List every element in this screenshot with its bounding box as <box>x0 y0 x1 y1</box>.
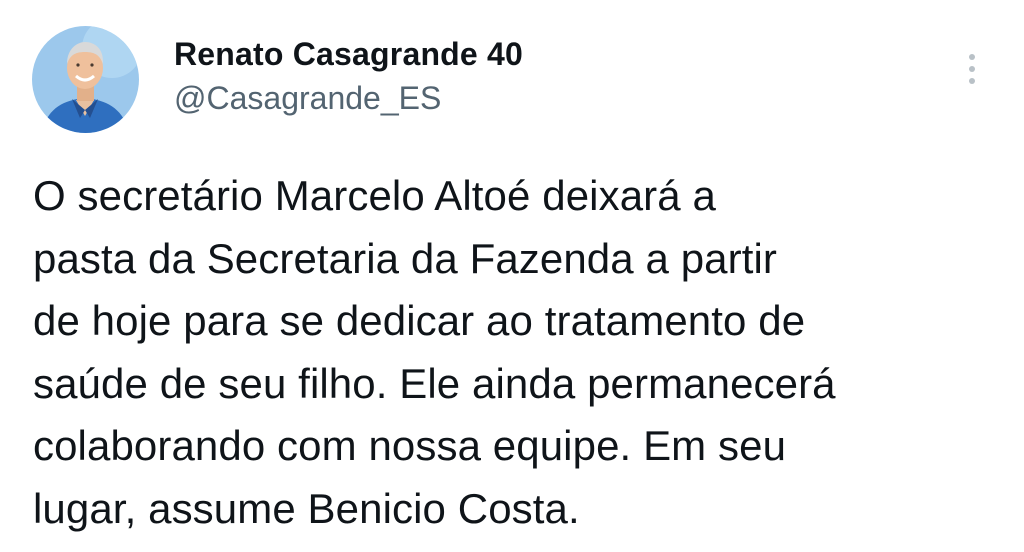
user-handle[interactable]: @Casagrande_ES <box>174 80 441 117</box>
more-vertical-icon <box>969 54 975 60</box>
tweet-text-line: pasta da Secretaria da Fazenda a partir <box>33 234 778 282</box>
avatar[interactable] <box>32 26 139 133</box>
tweet-text-line: de hoje para se dedicar ao tratamento de <box>33 297 806 344</box>
tweet-text-line: lugar, assume Benicio Costa. <box>33 484 580 532</box>
tweet-text: O secretário Marcelo Altoé deixará a pas… <box>33 165 993 540</box>
more-vertical-icon-dot <box>969 78 975 84</box>
display-name[interactable]: Renato Casagrande 40 <box>174 36 523 73</box>
profile-photo <box>32 26 139 133</box>
more-options-button[interactable] <box>955 48 989 92</box>
tweet-text-line: saúde de seu filho. Ele ainda permanecer… <box>33 359 836 407</box>
more-vertical-icon-dot <box>969 66 975 72</box>
tweet-text-line: O secretário Marcelo Altoé deixará a <box>33 172 716 219</box>
tweet-text-line: colaborando com nossa equipe. Em seu <box>33 422 787 469</box>
tweet-card: Renato Casagrande 40 @Casagrande_ES O se… <box>0 0 1024 552</box>
